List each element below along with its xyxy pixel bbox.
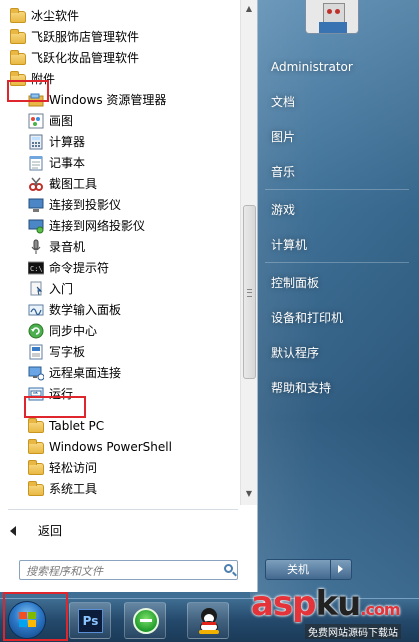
snipping-tool-icon (28, 176, 44, 192)
right-item-documents[interactable]: 文档 (271, 91, 295, 113)
user-avatar[interactable] (305, 0, 359, 34)
right-item-computer[interactable]: 计算机 (271, 234, 307, 256)
right-item-default-programs[interactable]: 默认程序 (271, 342, 319, 364)
right-separator (265, 189, 409, 190)
photoshop-icon: Ps (78, 609, 103, 633)
program-label: Windows PowerShell (49, 440, 172, 454)
sync-icon (28, 323, 44, 339)
program-label: 飞跃服饰店管理软件 (31, 30, 140, 44)
microphone-icon (28, 239, 44, 255)
calculator-icon (28, 134, 44, 150)
robot-avatar-icon (323, 3, 345, 23)
folder-icon (28, 460, 44, 475)
right-separator (265, 262, 409, 263)
program-label: 录音机 (49, 240, 86, 254)
start-highlight-box (3, 592, 68, 641)
taskbar-ie-button[interactable] (124, 602, 166, 639)
program-label: 数学输入面板 (49, 303, 122, 317)
program-label: 计算器 (49, 135, 86, 149)
program-label: 画图 (49, 114, 74, 128)
program-label: 命令提示符 (49, 261, 110, 275)
right-item-user[interactable]: Administrator (271, 56, 353, 78)
right-item-help-support[interactable]: 帮助和支持 (271, 377, 331, 399)
network-projector-icon (28, 218, 44, 234)
program-label: 写字板 (49, 345, 86, 359)
program-label: 运行 (49, 387, 74, 401)
program-label: 截图工具 (49, 177, 98, 191)
program-label: 记事本 (49, 156, 86, 170)
program-label: 同步中心 (49, 324, 98, 338)
program-label: Tablet PC (49, 419, 105, 433)
search-box[interactable] (19, 560, 238, 581)
program-label: 连接到投影仪 (49, 198, 122, 212)
folder-icon (28, 481, 44, 496)
programs-scrollbar[interactable]: ▲ ▼ (240, 0, 257, 505)
right-item-games[interactable]: 游戏 (271, 199, 295, 221)
right-item-devices-printers[interactable]: 设备和打印机 (271, 307, 343, 329)
right-item-control-panel[interactable]: 控制面板 (271, 272, 319, 294)
program-label: 附件 (31, 72, 56, 86)
folder-icon (28, 418, 44, 433)
right-item-pictures[interactable]: 图片 (271, 126, 295, 148)
folder-icon (10, 8, 26, 23)
folder-open-icon (10, 71, 26, 86)
projector-icon (28, 197, 44, 213)
program-label: 远程桌面连接 (49, 366, 122, 380)
scroll-thumb[interactable] (243, 205, 256, 379)
back-label: 返回 (38, 524, 63, 538)
taskbar-qq-button[interactable] (187, 602, 229, 639)
run-icon (28, 386, 44, 402)
folder-icon (10, 29, 26, 44)
getting-started-icon (28, 281, 44, 297)
folder-icon (10, 50, 26, 65)
cmd-icon: C:\ (27, 260, 45, 276)
explorer-icon (28, 92, 44, 108)
math-input-icon (28, 302, 44, 318)
program-label: 入门 (49, 282, 74, 296)
scroll-up-arrow-icon[interactable]: ▲ (243, 2, 255, 16)
program-label: 系统工具 (49, 482, 98, 496)
search-input[interactable] (20, 561, 218, 581)
wordpad-icon (28, 344, 44, 360)
program-label: 连接到网络投影仪 (49, 219, 146, 233)
right-item-music[interactable]: 音乐 (271, 161, 295, 183)
paint-icon (28, 113, 44, 129)
svg-text:C:\: C:\ (30, 265, 43, 273)
program-label: 冰尘软件 (31, 9, 80, 23)
remote-desktop-icon (28, 365, 45, 381)
search-icon[interactable] (224, 564, 233, 573)
internet-explorer-icon (133, 608, 159, 634)
notepad-icon (28, 155, 44, 171)
programs-divider (8, 509, 238, 510)
taskbar-photoshop-button[interactable]: Ps (69, 602, 111, 639)
program-label: Windows 资源管理器 (49, 93, 167, 107)
folder-icon (28, 439, 44, 454)
shutdown-options-arrow-icon[interactable] (331, 559, 352, 580)
programs-panel: 冰尘软件 飞跃服饰店管理软件 飞跃化妆品管理软件 附件 Windows 资源管理… (0, 0, 258, 592)
shutdown-button[interactable]: 关机 (265, 559, 331, 580)
program-label: 飞跃化妆品管理软件 (31, 51, 140, 65)
qq-penguin-icon (198, 608, 220, 634)
scroll-down-arrow-icon[interactable]: ▼ (243, 487, 255, 501)
back-arrow-icon (10, 526, 16, 536)
program-label: 轻松访问 (49, 461, 98, 475)
